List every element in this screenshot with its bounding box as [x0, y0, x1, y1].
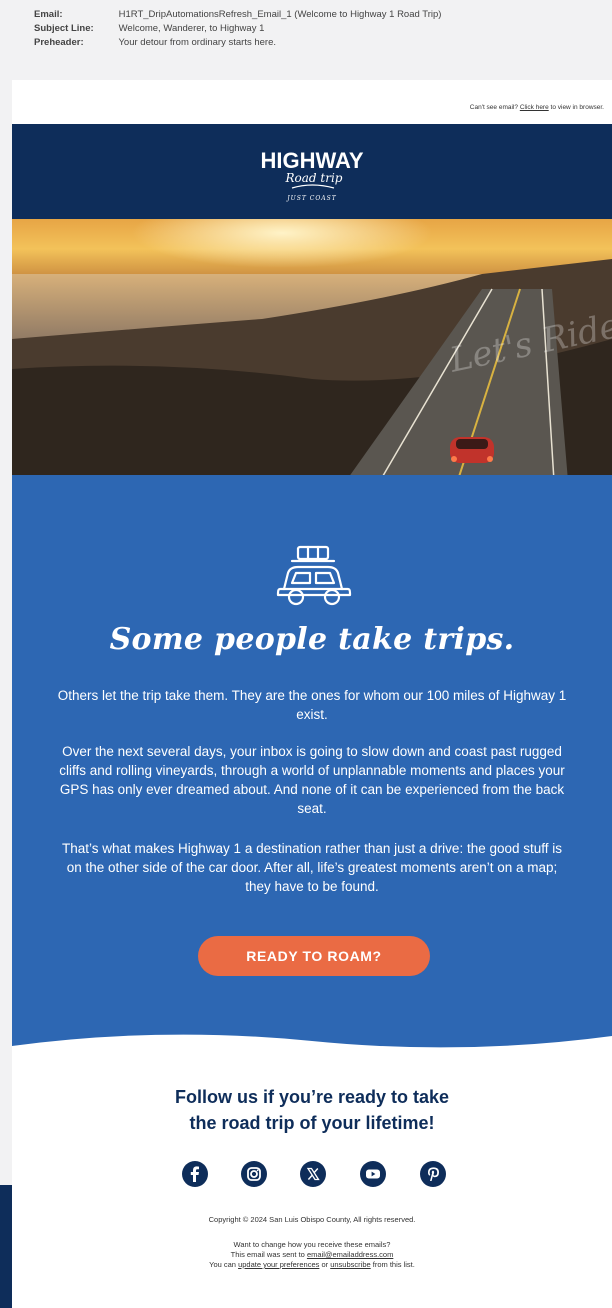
view-in-browser-notice: Can't see email? Click here to view in b…: [470, 104, 604, 111]
footer-follow-heading: Follow us if you’re ready to take the ro…: [12, 1084, 612, 1136]
logo-header: HIGHWAY Road trip JUST COAST: [12, 124, 612, 219]
view-browser-suffix: to view in browser.: [548, 104, 604, 111]
pref-prefix: You can: [209, 1260, 239, 1269]
change-prefs-line: Want to change how you receive these ema…: [233, 1240, 391, 1249]
pref-suffix: from this list.: [370, 1260, 415, 1269]
facebook-icon[interactable]: [182, 1161, 208, 1187]
red-car: [450, 437, 494, 463]
wave-divider: [12, 1034, 612, 1066]
meta-row-subject: Subject Line: Welcome, Wanderer, to High…: [34, 22, 264, 36]
sent-to-line: This email was sent to email@emailaddres…: [12, 1250, 612, 1260]
sent-to-prefix: This email was sent to: [230, 1250, 307, 1259]
meta-label: Email:: [34, 9, 63, 20]
youtube-icon[interactable]: [360, 1161, 386, 1187]
left-edge-panel: [0, 1185, 12, 1308]
highway-road-trip-logo[interactable]: HIGHWAY Road trip JUST COAST: [252, 138, 372, 208]
update-preferences-link[interactable]: update your preferences: [238, 1260, 319, 1269]
logo-script: Road trip: [285, 171, 343, 185]
meta-value: Your detour from ordinary starts here.: [118, 37, 276, 48]
meta-row-email: Email: H1RT_DripAutomationsRefresh_Email…: [34, 8, 441, 22]
meta-label: Subject Line:: [34, 23, 94, 34]
logo-word: HIGHWAY: [260, 148, 363, 173]
meta-label: Preheader:: [34, 37, 84, 48]
headline: Some people take trips.: [109, 622, 515, 657]
recipient-email-link[interactable]: email@emailaddress.com: [307, 1250, 393, 1259]
body-paragraph: Over the next several days, your inbox i…: [59, 744, 565, 816]
social-links: [182, 1161, 446, 1187]
email-meta-header: Email: H1RT_DripAutomationsRefresh_Email…: [0, 0, 612, 72]
pinterest-icon[interactable]: [420, 1161, 446, 1187]
x-icon[interactable]: [300, 1161, 326, 1187]
ready-to-roam-button[interactable]: READY TO ROAM?: [198, 936, 430, 976]
unsubscribe-link[interactable]: unsubscribe: [330, 1260, 370, 1269]
view-in-browser-link[interactable]: Click here: [520, 104, 549, 111]
meta-row-preheader: Preheader: Your detour from ordinary sta…: [34, 36, 276, 50]
car-with-luggage-icon: [276, 545, 352, 606]
preferences-line: You can update your preferences or unsub…: [12, 1260, 612, 1270]
copyright-text: Copyright © 2024 San Luis Obispo County,…: [208, 1215, 416, 1224]
meta-value: H1RT_DripAutomationsRefresh_Email_1 (Wel…: [118, 9, 442, 20]
follow-heading-line: the road trip of your lifetime!: [189, 1113, 435, 1133]
instagram-icon[interactable]: [241, 1161, 267, 1187]
view-browser-prefix: Can't see email?: [469, 104, 520, 111]
meta-value: Welcome, Wanderer, to Highway 1: [118, 23, 265, 34]
follow-heading-line: Follow us if you’re ready to take: [174, 1087, 450, 1107]
intro-paragraph: Others let the trip take them. They are …: [57, 688, 567, 722]
email-body: Can't see email? Click here to view in b…: [12, 80, 612, 1308]
pref-mid: or: [319, 1260, 331, 1269]
body-paragraph: That’s what makes Highway 1 a destinatio…: [61, 841, 563, 894]
email-preferences-text: Want to change how you receive these ema…: [12, 1240, 612, 1270]
logo-tagline: JUST COAST: [285, 195, 336, 202]
